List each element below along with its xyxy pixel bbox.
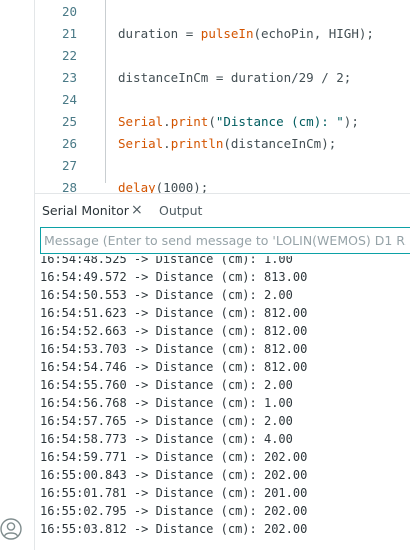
code-token: ( (208, 114, 216, 129)
line-number: 23 (61, 70, 77, 85)
code-text: Serial.print("Distance (cm): "); (118, 111, 359, 133)
code-line[interactable]: 24 (35, 89, 410, 111)
log-line: 16:54:49.572 -> Distance (cm): 813.00 (40, 270, 308, 284)
log-line: 16:55:01.781 -> Distance (cm): 201.00 (40, 486, 308, 500)
code-token: distanceInCm = duration/29 / 2; (118, 70, 352, 85)
log-line: 16:54:58.773 -> Distance (cm): 4.00 (40, 432, 293, 446)
line-number: 25 (61, 114, 77, 129)
code-line[interactable]: 20 (35, 1, 410, 23)
log-line: 16:54:57.765 -> Distance (cm): 2.00 (40, 414, 293, 428)
code-text: Serial.println(distanceInCm); (118, 133, 336, 155)
code-editor[interactable]: 20 21 duration = pulseIn(echoPin, HIGH); 22… (35, 0, 410, 193)
code-line[interactable]: 27 (35, 155, 410, 177)
code-token: duration = (118, 26, 201, 41)
log-line: 16:54:48.525 -> Distance (cm): 1.00 (40, 256, 293, 266)
line-number: 24 (61, 92, 77, 107)
line-number: 28 (61, 180, 77, 193)
log-line: 16:54:51.623 -> Distance (cm): 812.00 (40, 306, 308, 320)
code-token: print (170, 114, 209, 129)
log-line: 16:54:56.768 -> Distance (cm): 1.00 (40, 396, 293, 410)
code-text: delay(1000); (118, 177, 208, 193)
serial-message-field (40, 227, 410, 254)
activity-bar (0, 0, 35, 550)
log-line: 16:55:02.795 -> Distance (cm): 202.00 (40, 504, 308, 518)
log-line: 16:54:59.771 -> Distance (cm): 202.00 (40, 450, 308, 464)
line-number: 20 (61, 4, 77, 19)
code-token: . (163, 136, 171, 151)
code-line[interactable]: 22 (35, 45, 410, 67)
code-token: (echoPin, HIGH); (253, 26, 374, 41)
line-number: 21 (61, 26, 77, 41)
log-line: 16:54:55.760 -> Distance (cm): 2.00 (40, 378, 293, 392)
code-token: "Distance (cm): " (215, 114, 344, 129)
log-line: 16:55:00.843 -> Distance (cm): 202.00 (40, 468, 308, 482)
line-number: 27 (61, 158, 77, 173)
code-token: pulseIn (200, 26, 254, 41)
code-token: . (163, 114, 171, 129)
code-line[interactable]: 26 Serial.println(distanceInCm); (35, 133, 410, 155)
code-token: ); (343, 114, 359, 129)
code-line[interactable]: 28 delay(1000); (35, 177, 410, 193)
tab-serial-monitor[interactable]: Serial Monitor (42, 194, 129, 227)
log-line: 16:54:52.663 -> Distance (cm): 812.00 (40, 324, 308, 338)
code-token: (distanceInCm); (223, 136, 337, 151)
code-line[interactable]: 23 distanceInCm = duration/29 / 2; (35, 67, 410, 89)
serial-output-log[interactable]: 16:54:48.525 -> Distance (cm): 1.00 16:54… (35, 256, 410, 550)
close-icon[interactable]: × (131, 194, 143, 227)
code-text: duration = pulseIn(echoPin, HIGH); (118, 23, 374, 45)
code-token: println (170, 136, 224, 151)
log-line: 16:55:03.812 -> Distance (cm): 202.00 (40, 522, 308, 536)
code-line[interactable]: 21 duration = pulseIn(echoPin, HIGH); (35, 23, 410, 45)
bottom-panel-tabbar: Serial Monitor × Output (35, 193, 410, 227)
log-line: 16:54:53.703 -> Distance (cm): 812.00 (40, 342, 308, 356)
code-token: Serial (118, 114, 164, 129)
code-token: (1000); (155, 180, 209, 193)
line-number: 22 (61, 48, 77, 63)
line-number: 26 (61, 136, 77, 151)
log-line: 16:54:54.746 -> Distance (cm): 812.00 (40, 360, 308, 374)
code-line[interactable]: 25 Serial.print("Distance (cm): "); (35, 111, 410, 133)
tab-output[interactable]: Output (159, 194, 202, 227)
serial-message-input[interactable] (44, 230, 406, 251)
code-token: Serial (118, 136, 164, 151)
code-text: distanceInCm = duration/29 / 2; (118, 67, 351, 89)
log-line: 16:54:50.553 -> Distance (cm): 2.00 (40, 288, 293, 302)
code-token: delay (118, 180, 156, 193)
account-icon[interactable] (0, 518, 22, 540)
